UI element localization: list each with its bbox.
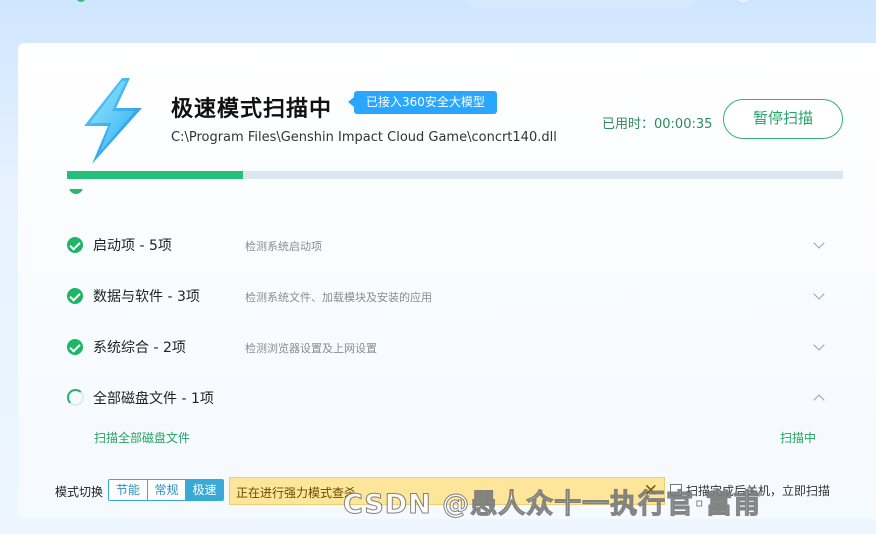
chevron-down-icon[interactable] (813, 339, 825, 351)
pause-scan-button[interactable]: 暂停扫描 (723, 99, 843, 139)
check-icon (67, 288, 83, 304)
scan-item-row[interactable]: 全部磁盘文件 - 1项 (67, 383, 827, 413)
scan-item-title: 数据与软件 - 3项 (93, 289, 200, 305)
subitem-status: 扫描中 (780, 431, 817, 445)
scan-progress-bar (67, 171, 843, 179)
scan-item-description: 检测系统文件、加载模块及安装的应用 (245, 291, 432, 304)
mode-option-power-saving[interactable]: 节能 (109, 480, 147, 500)
list-item-partial (67, 189, 827, 205)
search-box[interactable] (465, 0, 699, 8)
app-logo-mark (76, 0, 86, 2)
notice-text: 正在进行强力模式查杀 (236, 486, 357, 500)
chevron-down-icon[interactable] (813, 237, 825, 249)
scan-item-title: 全部磁盘文件 - 1项 (93, 391, 214, 407)
scan-item-row[interactable]: 启动项 - 5项 检测系统启动项 (67, 230, 827, 260)
scan-progress-fill (67, 171, 244, 179)
ai-model-badge: 已接入360安全大模型 (348, 91, 497, 114)
lightning-bolt-icon (84, 78, 142, 164)
user-avatar[interactable] (734, 0, 752, 4)
check-icon (67, 237, 83, 253)
scan-item-row[interactable]: 数据与软件 - 3项 检测系统文件、加载模块及安装的应用 (67, 281, 827, 311)
chevron-down-icon[interactable] (813, 288, 825, 300)
mode-option-normal[interactable]: 常规 (147, 480, 185, 500)
scan-item-title: 启动项 - 5项 (93, 238, 172, 254)
scan-item-title: 系统综合 - 2项 (93, 340, 186, 356)
check-icon (67, 339, 83, 355)
scan-item-description: 检测浏览器设置及上网设置 (245, 342, 377, 355)
elapsed-time: 已用时：00:00:35 (602, 117, 713, 132)
mode-switch: 节能 常规 极速 (108, 479, 224, 501)
loading-spinner-icon (67, 389, 84, 406)
mode-switch-label: 模式切换 (55, 485, 104, 499)
subitem-label[interactable]: 扫描全部磁盘文件 (94, 429, 190, 446)
mode-option-fast[interactable]: 极速 (185, 480, 223, 500)
scan-item-row[interactable]: 系统综合 - 2项 检测浏览器设置及上网设置 (67, 332, 827, 362)
current-file-path: C:\Program Files\Genshin Impact Cloud Ga… (171, 130, 557, 145)
chevron-up-icon[interactable] (813, 394, 825, 406)
watermark: CSDN @愚人众十一执行官·富甫 (342, 489, 762, 521)
check-icon (69, 189, 83, 194)
scan-title: 极速模式扫描中 (171, 97, 333, 122)
scan-item-description: 检测系统启动项 (245, 240, 322, 253)
scan-panel: 极速模式扫描中 已接入360安全大模型 C:\Program Files\Gen… (18, 43, 876, 519)
